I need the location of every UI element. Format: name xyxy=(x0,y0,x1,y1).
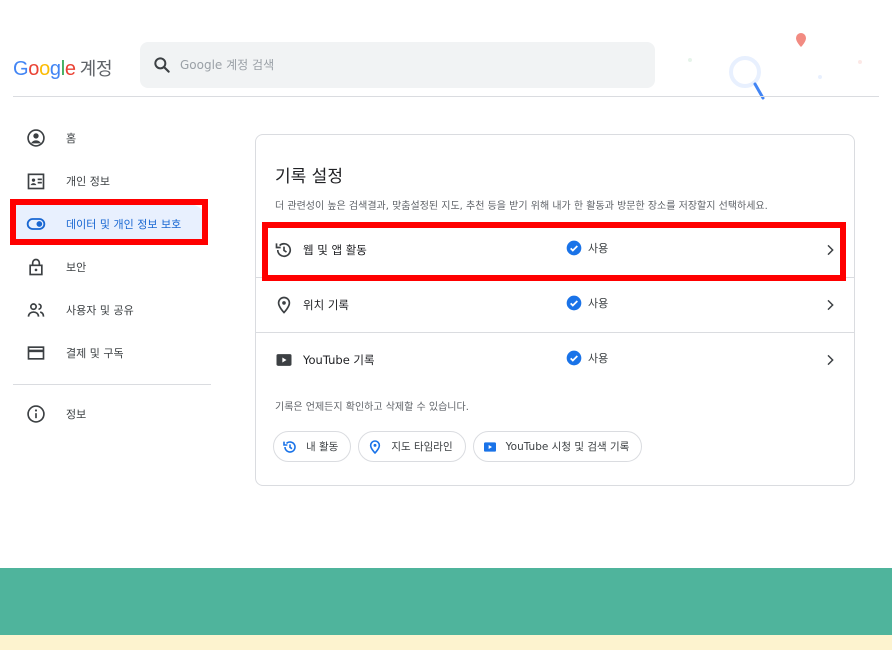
location-pin-icon xyxy=(277,296,291,314)
row-status: 사용 xyxy=(566,240,608,256)
sidebar-item-label: 데이터 및 개인 정보 보호 xyxy=(66,218,182,231)
account-search-bar[interactable] xyxy=(140,42,655,88)
check-circle-icon xyxy=(566,240,582,256)
row-name: 웹 및 앱 활동 xyxy=(303,243,367,257)
location-pin-icon xyxy=(370,439,381,454)
sidebar-item-security[interactable]: 보안 xyxy=(12,247,208,287)
sidebar-item-data-privacy[interactable]: 데이터 및 개인 정보 보호 xyxy=(12,204,208,244)
card-description: 더 관련성이 높은 검색결과, 맞춤설정된 지도, 추천 등을 받기 위해 내가… xyxy=(275,201,768,212)
info-icon xyxy=(27,405,45,423)
bottom-band-yellow xyxy=(0,635,892,650)
toggle-icon xyxy=(26,218,46,230)
history-row-youtube-history[interactable]: YouTube 기록 사용 xyxy=(256,333,854,387)
sidebar-item-people-sharing[interactable]: 사용자 및 공유 xyxy=(12,290,208,330)
sidebar-item-label: 개인 정보 xyxy=(66,175,110,188)
my-activity-chip[interactable]: 내 활동 xyxy=(273,431,352,462)
google-account-logo[interactable]: Google 계정 xyxy=(13,55,113,81)
history-icon xyxy=(283,440,296,453)
maps-timeline-chip[interactable]: 지도 타임라인 xyxy=(358,431,466,462)
youtube-icon xyxy=(276,354,292,366)
row-name: 위치 기록 xyxy=(303,298,349,312)
sidebar-item-label: 결제 및 구독 xyxy=(66,347,124,360)
history-row-location-history[interactable]: 위치 기록 사용 xyxy=(256,278,854,332)
search-input[interactable] xyxy=(180,42,640,88)
sidebar-item-label: 정보 xyxy=(66,408,87,421)
youtube-history-chip[interactable]: YouTube 시청 및 검색 기록 xyxy=(472,431,643,462)
sidebar-item-about[interactable]: 정보 xyxy=(12,394,208,434)
people-icon xyxy=(27,303,45,317)
quick-links: 내 활동 지도 타임라인 YouTube 시청 및 검색 기록 xyxy=(273,431,643,462)
chevron-right-icon xyxy=(827,299,834,311)
id-card-icon xyxy=(27,173,45,190)
chevron-right-icon xyxy=(827,244,834,256)
row-status: 사용 xyxy=(566,350,608,366)
sidebar-item-label: 홈 xyxy=(66,132,77,145)
search-icon[interactable] xyxy=(152,55,172,75)
sidebar-item-personal-info[interactable]: 개인 정보 xyxy=(12,161,208,201)
card-title: 기록 설정 xyxy=(275,167,343,187)
youtube-icon xyxy=(483,441,496,452)
sidebar-item-payments[interactable]: 결제 및 구독 xyxy=(12,333,208,373)
sidebar-item-home[interactable]: 홈 xyxy=(12,118,208,158)
header-illustration-icon xyxy=(688,33,862,100)
sidebar-item-label: 사용자 및 공유 xyxy=(66,304,134,317)
check-circle-icon xyxy=(566,350,582,366)
history-row-web-app-activity[interactable]: 웹 및 앱 활동 사용 xyxy=(256,223,854,277)
credit-card-icon xyxy=(27,346,45,360)
history-note: 기록은 언제든지 확인하고 삭제할 수 있습니다. xyxy=(275,402,469,413)
app-header: Google 계정 xyxy=(0,0,892,100)
row-status: 사용 xyxy=(566,295,608,311)
row-name: YouTube 기록 xyxy=(303,353,375,367)
history-settings-card: 기록 설정 더 관련성이 높은 검색결과, 맞춤설정된 지도, 추천 등을 받기… xyxy=(255,134,855,486)
logo-suffix: 계정 xyxy=(79,59,113,79)
sidebar-divider xyxy=(13,384,211,385)
history-icon xyxy=(275,242,292,258)
lock-icon xyxy=(29,258,43,276)
bottom-band-green xyxy=(0,568,892,635)
check-circle-icon xyxy=(566,295,582,311)
header-divider xyxy=(13,96,879,97)
person-circle-icon xyxy=(27,129,45,147)
chevron-right-icon xyxy=(827,354,834,366)
sidebar-item-label: 보안 xyxy=(66,261,87,274)
